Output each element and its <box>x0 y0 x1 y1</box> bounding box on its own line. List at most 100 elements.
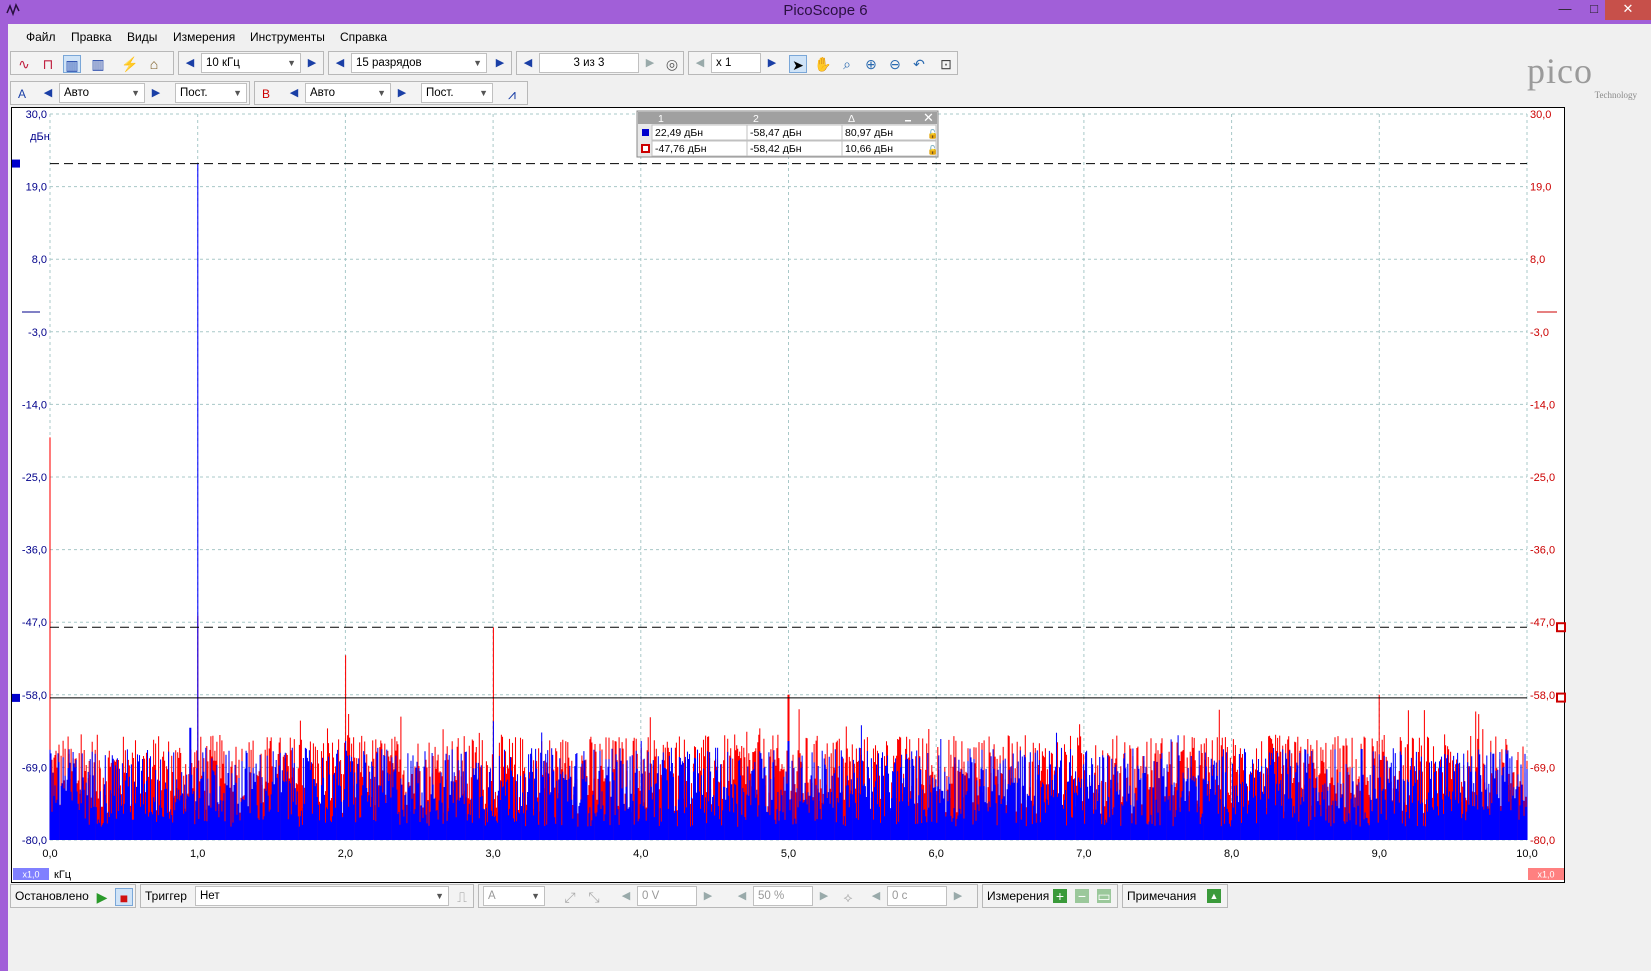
delay-prev-icon[interactable]: ◀ <box>867 886 885 906</box>
pretrigger-prev-icon[interactable]: ◀ <box>733 886 751 906</box>
ruler-b-lock-icon[interactable]: 🔓 <box>927 144 938 155</box>
x-tick: 7,0 <box>1076 848 1091 860</box>
spectrum-view[interactable]: дБн кГц x1,0 x1,0 30,0 30,0 19,0 19,0 8,0 8,0… <box>11 107 1566 884</box>
mode-group: ∿ ⊓ ▥ ▥ ⚡ ⌂ <box>10 51 174 75</box>
chevron-down-icon: ▼ <box>473 58 482 68</box>
start-icon[interactable]: ▶ <box>93 888 111 906</box>
pretrigger-field[interactable]: 50 % <box>753 886 813 906</box>
channel-b-range-select[interactable]: Авто ▼ <box>305 83 391 103</box>
trigger-settings-group: A ▼ ⤢ ⤡ ◀ 0 V ▶ ◀ 50 % ▶ ⟡ ◀ 0 с ▶ <box>478 884 978 908</box>
resolution-prev-icon[interactable]: ◀ <box>331 53 349 73</box>
channel-a-range-next-icon[interactable]: ▶ <box>147 83 165 103</box>
zoom-field[interactable]: x 1 <box>711 53 761 73</box>
channel-a-button[interactable]: A <box>13 85 31 103</box>
ruler-b-2-handle[interactable] <box>1556 692 1566 703</box>
ruler-table-minimize-icon[interactable] <box>905 120 911 122</box>
threshold-next-icon[interactable]: ▶ <box>699 886 717 906</box>
trigger-channel-select[interactable]: A ▼ <box>483 886 545 906</box>
buffer-next-icon[interactable]: ▶ <box>641 53 659 73</box>
undo-zoom-icon[interactable]: ↶ <box>910 55 928 73</box>
edit-measurement-icon[interactable]: ▭ <box>1097 889 1111 903</box>
rising-edge-icon[interactable]: ⤢ <box>561 888 579 906</box>
timebase-select[interactable]: 10 кГц ▼ <box>201 53 301 73</box>
stop-icon[interactable]: ■ <box>115 888 133 906</box>
minimize-button[interactable]: — <box>1551 0 1579 20</box>
ruler-b-1-handle[interactable] <box>1556 622 1566 633</box>
resolution-group: ◀ 15 разрядов ▼ ▶ <box>328 51 512 75</box>
zoom-next-icon[interactable]: ▶ <box>763 53 781 73</box>
trigger-mode-select[interactable]: Нет ▼ <box>195 886 449 906</box>
zoom-area-icon[interactable]: ⌕ <box>838 55 856 73</box>
default-setup-icon[interactable]: ⌂ <box>145 55 163 73</box>
close-button[interactable]: ✕ <box>1605 0 1651 20</box>
advanced-trigger-icon[interactable]: ⟡ <box>839 888 857 906</box>
ruler-a-1-handle[interactable] <box>12 159 20 168</box>
x-tick: 9,0 <box>1372 848 1387 860</box>
delay-field[interactable]: 0 с <box>887 886 947 906</box>
channel-a-coupling-select[interactable]: Пост. ▼ <box>175 83 247 103</box>
buffer-navigator-icon[interactable]: ◎ <box>663 55 681 73</box>
zoom-prev-icon[interactable]: ◀ <box>691 53 709 73</box>
run-stop-group: Остановлено ▶ ■ <box>10 884 136 908</box>
hand-tool-icon[interactable]: ✋ <box>814 55 832 73</box>
ruler-a-2-handle[interactable] <box>12 693 20 702</box>
zoom-overview-icon[interactable]: ⊡ <box>937 55 955 73</box>
menu-file[interactable]: Файл <box>26 30 56 44</box>
channel-b-coupling-select[interactable]: Пост. ▼ <box>421 83 493 103</box>
right-scale-label: x1,0 <box>1537 870 1554 880</box>
persistence-mode-icon[interactable]: ⊓ <box>39 55 57 73</box>
buffer-field[interactable]: 3 из 3 <box>539 53 639 73</box>
ruler-table-close-icon[interactable]: ✕ <box>923 110 934 125</box>
menu-tools[interactable]: Инструменты <box>250 30 325 44</box>
x-tick: 1,0 <box>190 848 205 860</box>
auto-setup-icon[interactable]: ⚡ <box>121 55 139 73</box>
notes-toggle-icon[interactable]: ▲ <box>1207 889 1221 903</box>
menu-measurements[interactable]: Измерения <box>173 30 235 44</box>
y-tick-right: -80,0 <box>1530 835 1555 847</box>
falling-edge-icon[interactable]: ⤡ <box>585 888 603 906</box>
y-tick-right: -47,0 <box>1530 617 1555 629</box>
channel-a-range-prev-icon[interactable]: ◀ <box>39 83 57 103</box>
scope-mode-icon[interactable]: ∿ <box>15 55 33 73</box>
channel-a-range-select[interactable]: Авто ▼ <box>59 83 145 103</box>
ruler-b-value-1: -47,76 дБн <box>655 143 707 155</box>
threshold-prev-icon[interactable]: ◀ <box>617 886 635 906</box>
spectrum-options-icon[interactable]: ▥ <box>89 55 107 73</box>
channel-b-button[interactable]: B <box>257 85 275 103</box>
chevron-down-icon: ▼ <box>479 88 488 98</box>
trigger-label: Триггер <box>145 889 187 903</box>
pointer-tool-icon[interactable]: ➤ <box>789 55 807 73</box>
zoom-in-icon[interactable]: ⊕ <box>862 55 880 73</box>
resolution-select[interactable]: 15 разрядов ▼ <box>351 53 487 73</box>
ruler-legend-table[interactable]: 1 2 Δ ✕ 22,49 дБн -58,47 дБн 80,97 дБн -… <box>636 110 939 158</box>
x-tick: 3,0 <box>485 848 500 860</box>
menu-help[interactable]: Справка <box>340 30 387 44</box>
remove-measurement-icon[interactable]: − <box>1075 889 1089 903</box>
menu-edit[interactable]: Правка <box>71 30 112 44</box>
pretrigger-next-icon[interactable]: ▶ <box>815 886 833 906</box>
add-measurement-icon[interactable]: + <box>1053 889 1067 903</box>
timebase-prev-icon[interactable]: ◀ <box>181 53 199 73</box>
chevron-down-icon: ▼ <box>531 891 540 901</box>
threshold-field[interactable]: 0 V <box>637 886 697 906</box>
channel-b-range-prev-icon[interactable]: ◀ <box>285 83 303 103</box>
timebase-next-icon[interactable]: ▶ <box>303 53 321 73</box>
ruler-a-lock-icon[interactable]: 🔓 <box>927 128 938 139</box>
menu-views[interactable]: Виды <box>127 30 157 44</box>
spectrum-mode-icon[interactable]: ▥ <box>63 55 81 73</box>
delay-next-icon[interactable]: ▶ <box>949 886 967 906</box>
resolution-next-icon[interactable]: ▶ <box>491 53 509 73</box>
channel-b-range-next-icon[interactable]: ▶ <box>393 83 411 103</box>
x-tick: 4,0 <box>633 848 648 860</box>
signal-generator-icon[interactable]: ⩘ <box>503 85 521 103</box>
trigger-edge-icon[interactable]: ⎍ <box>453 888 471 906</box>
y-tick-right: 30,0 <box>1530 109 1551 121</box>
spectrum-plot[interactable]: дБн кГц x1,0 x1,0 30,0 30,019,0 19,08,0 8,0… <box>12 108 1566 884</box>
channel-a-group: A ◀ Авто ▼ ▶ Пост. ▼ <box>10 81 250 105</box>
zoom-out-icon[interactable]: ⊖ <box>886 55 904 73</box>
y-tick-left: 30,0 <box>26 109 47 121</box>
y-tick-right: 8,0 <box>1530 254 1545 266</box>
buffer-prev-icon[interactable]: ◀ <box>519 53 537 73</box>
ruler-header-delta: Δ <box>848 113 855 125</box>
maximize-button[interactable]: □ <box>1580 0 1608 20</box>
